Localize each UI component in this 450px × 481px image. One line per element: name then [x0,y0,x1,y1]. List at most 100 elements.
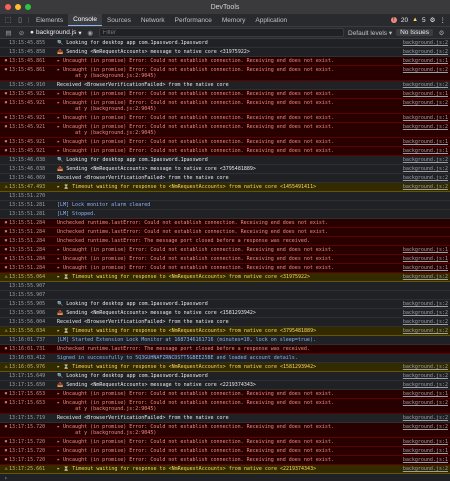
log-source-link[interactable]: background.js:1 [393,58,448,64]
log-message[interactable]: ▸ ⏳ Timeout waiting for response to <NmR… [57,466,393,472]
log-source-link[interactable]: background.js:2 [393,364,448,370]
log-source-link[interactable]: background.js:2 [393,157,448,163]
log-message[interactable]: ▸ Uncaught (in promise) Error: Could not… [57,391,393,397]
divider [28,17,29,23]
log-message [57,193,393,199]
log-source-link[interactable]: background.js:2 [393,424,448,436]
log-source-link[interactable]: background.js:2 [393,301,448,307]
context-label: background.js [35,29,77,36]
context-selector[interactable]: ● background.js ▾ [30,29,82,37]
log-message[interactable]: ▸ Uncaught (in promise) Error: Could not… [57,124,393,136]
tab-network[interactable]: Network [136,14,170,26]
log-source-link[interactable]: background.js:1 [393,457,448,463]
log-source-link[interactable]: background.js:1 [393,448,448,454]
log-message[interactable]: ▸ Uncaught (in promise) Error: Could not… [57,100,393,112]
log-source-link[interactable]: background.js:2 [393,328,448,334]
log-source-link[interactable]: background.js:2 [393,373,448,379]
log-message[interactable]: ▸ Uncaught (in promise) Error: Could not… [57,424,393,436]
filter-input[interactable] [98,28,344,37]
log-row: ⚠ 13:16:05.976 ▸ ⏳ Timeout waiting for res… [0,363,450,372]
log-message [57,283,393,289]
log-source-link[interactable]: background.js:2 [393,466,448,472]
log-timestamp: 13:15:47.493 [9,184,46,190]
log-message[interactable]: ▸ ⏳ Timeout waiting for response to <NmR… [57,364,393,370]
log-source-link[interactable]: background.js:1 [393,115,448,121]
log-timestamp: 13:17:15.653 [9,400,46,406]
device-toolbar-icon[interactable]: ▯ [14,14,26,26]
more-options-icon[interactable]: ⋮ [440,16,447,24]
window-controls [5,4,31,10]
log-source-link[interactable]: background.js:2 [393,124,448,136]
log-message[interactable]: ▸ Uncaught (in promise) Error: Could not… [57,58,393,64]
log-row: 13:15:46.069 Received <BrowserVerificatio… [0,174,450,183]
inspect-element-icon[interactable]: ⬚ [2,14,14,26]
log-source-link[interactable]: background.js:1 [393,265,448,271]
log-timestamp: 13:15:51.284 [9,247,46,253]
close-window-button[interactable] [5,4,11,10]
log-message[interactable]: ▸ Uncaught (in promise) Error: Could not… [57,265,393,271]
tab-elements[interactable]: Elements [31,14,68,26]
log-timestamp: 13:17:15.653 [9,391,46,397]
log-timestamp: 13:15:51.284 [9,229,46,235]
log-source-link[interactable]: background.js:2 [393,67,448,79]
log-message[interactable]: ▸ Uncaught (in promise) Error: Could not… [57,139,393,145]
log-message[interactable]: ▸ ⏳ Timeout waiting for response to <NmR… [57,184,393,190]
log-source-link[interactable]: background.js:2 [393,175,448,181]
log-source-link[interactable]: background.js:2 [393,49,448,55]
log-message[interactable]: ▸ ⏳ Timeout waiting for response to <NmR… [57,328,393,334]
log-source-link[interactable]: background.js:2 [393,184,448,190]
log-source-link[interactable]: background.js:2 [393,310,448,316]
log-levels-dropdown[interactable]: Default levels ▾ [348,29,392,37]
log-source-link[interactable]: background.js:1 [393,391,448,397]
log-message[interactable]: ▸ ⏳ Timeout waiting for response to <NmR… [57,274,393,280]
log-source-link[interactable]: background.js:1 [393,91,448,97]
log-message: Received <BrowserVerificationFailed> fro… [57,415,229,421]
log-message: 🔍 Looking for desktop app com.1password.… [57,40,208,46]
log-message[interactable]: ▸ Uncaught (in promise) Error: Could not… [57,439,393,445]
log-source-link[interactable]: background.js:2 [393,415,448,421]
log-source-link[interactable]: background.js:2 [393,166,448,172]
tab-performance[interactable]: Performance [170,14,217,26]
log-source-link[interactable]: background.js:2 [393,382,448,388]
log-source-link[interactable]: background.js:2 [393,100,448,112]
log-source-link[interactable]: background.js:1 [393,439,448,445]
console-log: 13:15:45.855 🔍 Looking for desktop app co… [0,39,450,474]
log-message[interactable]: ▸ Uncaught (in promise) Error: Could not… [57,115,393,121]
log-message[interactable]: ▸ Uncaught (in promise) Error: Could not… [57,91,393,97]
log-message[interactable]: ▸ Uncaught (in promise) Error: Could not… [57,400,393,412]
log-message[interactable]: ▸ Uncaught (in promise) Error: Could not… [57,67,393,79]
live-expression-eye-icon[interactable]: ◉ [86,29,95,37]
tab-sources[interactable]: Sources [102,14,136,26]
log-source-link[interactable]: background.js:1 [393,247,448,253]
sidebar-toggle-icon[interactable]: ▤ [4,29,13,37]
clear-console-icon[interactable]: ⊘ [17,29,26,37]
settings-gear-icon[interactable]: ⚙ [430,16,436,24]
tab-memory[interactable]: Memory [217,14,250,26]
console-settings-gear-icon[interactable]: ⚙ [437,29,446,37]
tab-application[interactable]: Application [250,14,292,26]
warning-count[interactable]: 5 [422,17,426,24]
log-message[interactable]: ▸ Uncaught (in promise) Error: Could not… [57,448,393,454]
log-row: 13:17:15.649 🔍 Looking for desktop app co… [0,372,450,381]
log-source-link[interactable]: background.js:1 [393,256,448,262]
issues-button[interactable]: No Issues [396,29,433,36]
log-message[interactable]: ▸ Uncaught (in promise) Error: Could not… [57,256,393,262]
log-row: 13:17:15.719 Received <BrowserVerificatio… [0,414,450,423]
log-source-link[interactable]: background.js:2 [393,274,448,280]
minimize-window-button[interactable] [15,4,21,10]
error-count[interactable]: 20 [401,17,408,24]
window-title: DevTools [210,3,240,11]
log-source-link[interactable]: background.js:2 [393,400,448,412]
log-message[interactable]: ▸ Uncaught (in promise) Error: Could not… [57,148,393,154]
log-row: ⚠ 13:15:55.064 ▸ ⏳ Timeout waiting for res… [0,273,450,282]
log-source-link[interactable]: background.js:2 [393,82,448,88]
maximize-window-button[interactable] [25,4,31,10]
tab-console[interactable]: Console [68,14,102,26]
log-message[interactable]: ▸ Uncaught (in promise) Error: Could not… [57,457,393,463]
console-prompt[interactable]: › [0,474,450,481]
log-source-link[interactable]: background.js:2 [393,40,448,46]
log-source-link[interactable]: background.js:1 [393,139,448,145]
log-source-link[interactable]: background.js:2 [393,319,448,325]
log-source-link[interactable]: background.js:1 [393,148,448,154]
log-message[interactable]: ▸ Uncaught (in promise) Error: Could not… [57,247,393,253]
